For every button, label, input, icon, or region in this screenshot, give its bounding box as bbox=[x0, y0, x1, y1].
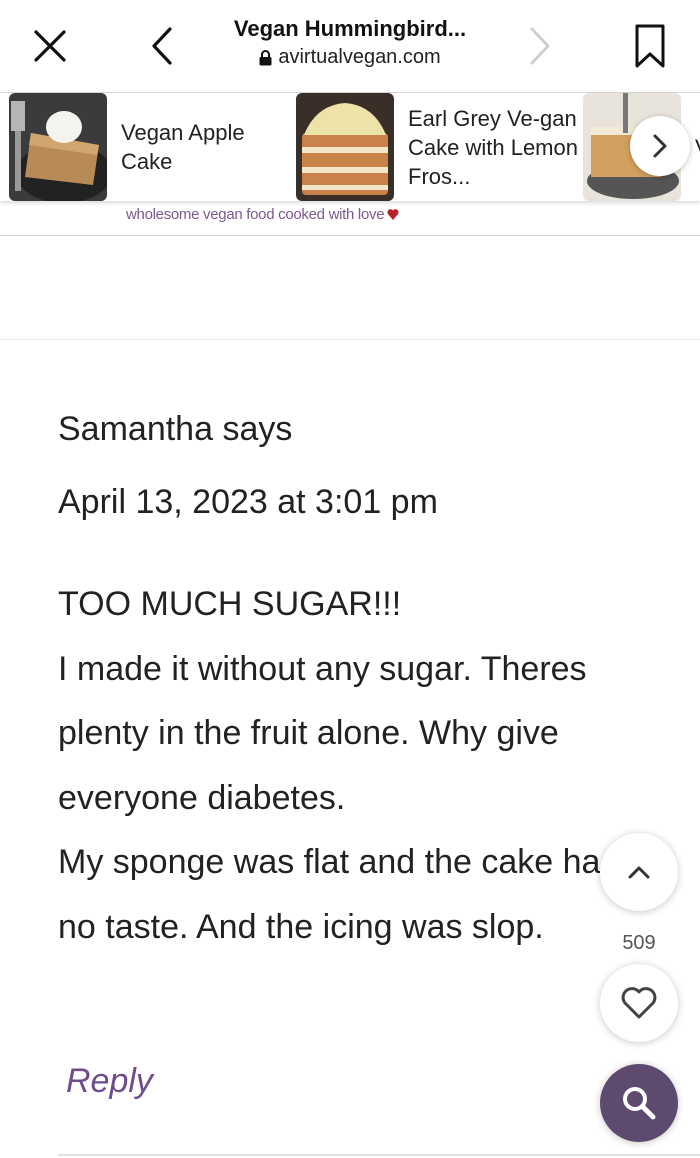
comment-line: I made it without any sugar. Theres plen… bbox=[58, 649, 587, 817]
scroll-to-top-button[interactable] bbox=[600, 833, 678, 911]
forward-icon bbox=[530, 27, 550, 65]
back-icon bbox=[152, 27, 172, 65]
divider bbox=[0, 235, 700, 236]
earl-grey-cake-thumb bbox=[296, 93, 394, 201]
related-item-apple-cake[interactable]: Vegan Apple Cake bbox=[9, 93, 271, 201]
related-next-button[interactable] bbox=[630, 116, 690, 176]
url-text: avirtualvegan.com bbox=[278, 46, 441, 68]
forward-button[interactable] bbox=[516, 24, 564, 68]
chevron-right-icon bbox=[653, 134, 667, 158]
comment-line: My sponge was flat and the cake had no t… bbox=[58, 843, 620, 946]
heart-icon bbox=[621, 987, 657, 1019]
comment-body: TOO MUCH SUGAR!!! I made it without any … bbox=[58, 572, 628, 959]
close-icon bbox=[34, 30, 66, 62]
browser-top-bar: Vegan Hummingbird... avirtualvegan.com bbox=[0, 0, 700, 93]
divider bbox=[0, 339, 700, 340]
reply-link[interactable]: Reply bbox=[66, 1062, 153, 1101]
comment-author: Samantha says bbox=[58, 410, 293, 448]
page-url: avirtualvegan.com bbox=[200, 46, 500, 69]
like-button[interactable] bbox=[600, 964, 678, 1042]
heart-logo-icon bbox=[387, 209, 399, 220]
close-button[interactable] bbox=[24, 24, 76, 68]
site-tagline: wholesome vegan food cooked with love bbox=[126, 206, 399, 223]
comment-date: April 13, 2023 at 3:01 pm bbox=[58, 483, 438, 521]
search-button[interactable] bbox=[600, 1064, 678, 1142]
like-count: 509 bbox=[622, 932, 656, 954]
chevron-up-icon bbox=[628, 866, 650, 879]
bookmark-button[interactable] bbox=[626, 20, 674, 72]
comment-line: TOO MUCH SUGAR!!! bbox=[58, 585, 402, 623]
lock-icon bbox=[259, 49, 272, 65]
tagline-text: wholesome vegan food cooked with love bbox=[126, 206, 385, 223]
related-recipes-strip: Vegan Apple Cake Earl Grey Ve-gan Cake w… bbox=[0, 93, 700, 201]
bookmark-icon bbox=[635, 24, 665, 68]
page-title: Vegan Hummingbird... bbox=[233, 16, 467, 41]
divider bbox=[58, 1154, 700, 1156]
search-icon bbox=[623, 1087, 656, 1120]
apple-cake-thumb bbox=[9, 93, 107, 201]
related-item-label: Vegan Apple Cake bbox=[121, 120, 245, 174]
related-item-earl-grey-cake[interactable]: Earl Grey Ve-gan Cake with Lemon Fros... bbox=[296, 93, 578, 201]
related-item-label: Earl Grey Ve-gan Cake with Lemon Fros... bbox=[408, 105, 578, 189]
back-button[interactable] bbox=[138, 24, 186, 68]
page-title-block: Vegan Hummingbird... avirtualvegan.com bbox=[200, 16, 500, 69]
related-item-label: V C bbox=[695, 133, 700, 162]
